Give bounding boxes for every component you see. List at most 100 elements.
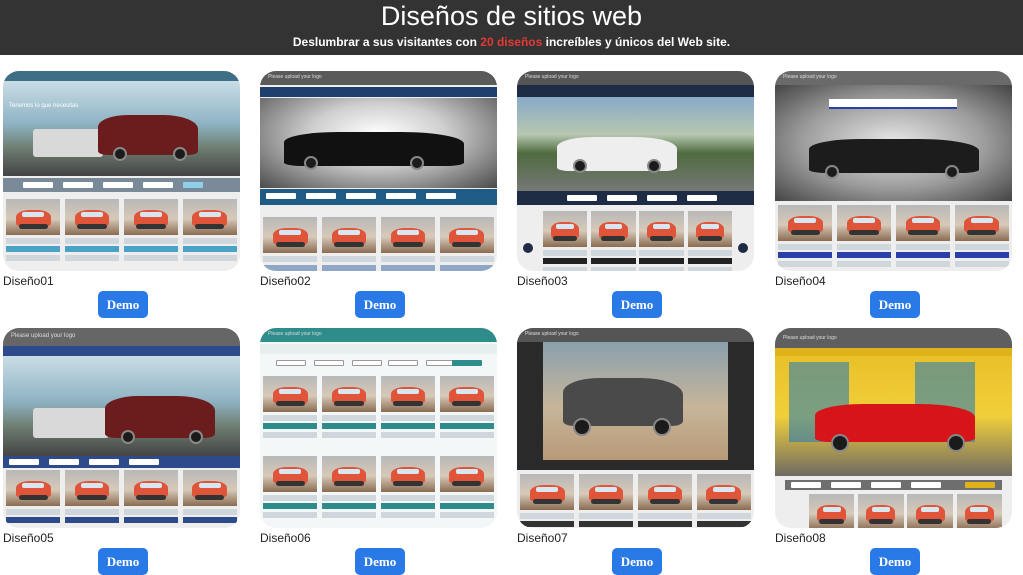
listing-item: [520, 474, 575, 527]
demo-button-05[interactable]: Demo: [98, 548, 148, 575]
thumb-logo-text: Please upload your logo: [525, 74, 579, 80]
design-card-06: Please upload your logo Diseño06 Demo: [260, 328, 500, 575]
design-card-01: Tenemos lo que necesitas Diseño01 Demo: [3, 71, 243, 318]
listing-item: [439, 376, 494, 438]
thumb-topbar: Please upload your logo: [517, 71, 754, 85]
listing-item: [637, 474, 693, 527]
demo-button-08[interactable]: Demo: [870, 548, 920, 575]
demo-button-04[interactable]: Demo: [870, 291, 920, 318]
wheel: [410, 156, 424, 170]
thumb-listing-grid: [520, 474, 751, 527]
listing-item: [6, 470, 61, 523]
listing-item: [809, 494, 855, 528]
subtitle-text: Deslumbrar a sus visitantes con: [292, 35, 481, 49]
thumb-listing-grid-2: [263, 456, 494, 518]
demo-button-06[interactable]: Demo: [355, 548, 405, 575]
listing-item: [263, 217, 318, 271]
wheel: [653, 418, 671, 436]
listing-item: [439, 456, 494, 518]
listing-item: [954, 205, 1009, 267]
thumb-listing-grid: [809, 494, 1002, 528]
thumb-topbar: Please upload your logo: [260, 71, 497, 85]
design-caption: Diseño02: [260, 274, 311, 288]
thumb-logo-text: Please upload your logo: [11, 333, 76, 339]
demo-button-01[interactable]: Demo: [98, 291, 148, 318]
thumb-listing-grid: [6, 470, 237, 523]
listing-item: [895, 205, 951, 267]
listing-item: [578, 474, 634, 527]
thumb-nav: [829, 99, 957, 109]
thumb-topbar: Please upload your logo: [3, 328, 240, 346]
thumb-search-bar: [517, 191, 754, 205]
thumb-search-bar: [3, 456, 240, 468]
listing-item: [321, 217, 377, 271]
thumb-hero: [517, 97, 754, 191]
design-thumbnail-02[interactable]: Please upload your logo: [260, 71, 497, 271]
demo-button-02[interactable]: Demo: [355, 291, 405, 318]
wheel: [947, 434, 965, 452]
design-caption: Diseño07: [517, 531, 568, 545]
wheel: [304, 156, 318, 170]
design-card-07: Please upload your logo Diseño07 Demo: [517, 328, 757, 575]
design-thumbnail-01[interactable]: Tenemos lo que necesitas: [3, 71, 240, 271]
listing-item: [380, 217, 436, 271]
wheel: [121, 430, 135, 444]
trailer-shape: [33, 129, 103, 157]
wheel: [189, 430, 203, 444]
design-caption: Diseño06: [260, 531, 311, 545]
listing-item: [321, 376, 377, 438]
thumb-hero: [260, 98, 497, 188]
thumb-search-bar: [260, 189, 497, 205]
demo-button-03[interactable]: Demo: [612, 291, 662, 318]
thumb-listing-grid: [778, 205, 1009, 267]
listing-item: [778, 205, 833, 267]
design-card-04: Please upload your logo Diseño04 Demo: [775, 71, 1015, 318]
design-card-02: Please upload your logo Diseño02 Demo: [260, 71, 500, 318]
wheel: [647, 159, 661, 173]
listing-item: [263, 376, 318, 438]
thumb-topbar: [3, 71, 240, 81]
listing-item: [639, 211, 684, 271]
thumb-listing-grid: [263, 217, 494, 271]
design-thumbnail-06[interactable]: Please upload your logo: [260, 328, 497, 528]
wheel: [573, 418, 591, 436]
listing-item: [123, 199, 179, 261]
wheel: [945, 165, 959, 179]
carousel-next-icon[interactable]: [738, 243, 748, 253]
thumb-hero: [775, 85, 1012, 201]
thumb-listing-grid: [263, 376, 494, 438]
listing-item: [858, 494, 904, 528]
thumb-search-bar: [260, 356, 497, 370]
design-thumbnail-07[interactable]: Please upload your logo: [517, 328, 754, 528]
thumb-logo-text: Please upload your logo: [525, 331, 579, 337]
thumb-nav: [775, 348, 1012, 356]
subtitle-highlight: 20 diseños: [480, 35, 543, 49]
design-caption: Diseño03: [517, 274, 568, 288]
listing-item: [123, 470, 179, 523]
thumb-nav: [3, 346, 240, 356]
design-thumbnail-04[interactable]: Please upload your logo: [775, 71, 1012, 271]
thumb-topbar: Please upload your logo: [775, 328, 1012, 348]
demo-button-07[interactable]: Demo: [612, 548, 662, 575]
listing-item: [321, 456, 377, 518]
design-thumbnail-08[interactable]: Please upload your logo: [775, 328, 1012, 528]
design-caption: Diseño01: [3, 274, 54, 288]
thumb-search-bar: [785, 480, 1002, 490]
listing-item: [439, 217, 494, 271]
thumb-listing-grid: [6, 199, 237, 261]
wheel: [573, 159, 587, 173]
page-header: Diseños de sitios web Deslumbrar a sus v…: [0, 0, 1023, 55]
thumb-topbar: Please upload your logo: [517, 328, 754, 342]
page-subtitle: Deslumbrar a sus visitantes con 20 diseñ…: [0, 35, 1023, 49]
thumb-logo-text: Please upload your logo: [783, 335, 837, 341]
listing-item: [836, 205, 892, 267]
design-thumbnail-05[interactable]: Please upload your logo: [3, 328, 240, 528]
listing-item: [591, 211, 636, 271]
listing-item: [6, 199, 61, 261]
listing-item: [263, 456, 318, 518]
design-thumbnail-03[interactable]: Please upload your logo: [517, 71, 754, 271]
carousel-prev-icon[interactable]: [523, 243, 533, 253]
wheel: [831, 434, 849, 452]
design-card-08: Please upload your logo Diseño08 Demo: [775, 328, 1015, 575]
design-caption: Diseño08: [775, 531, 826, 545]
